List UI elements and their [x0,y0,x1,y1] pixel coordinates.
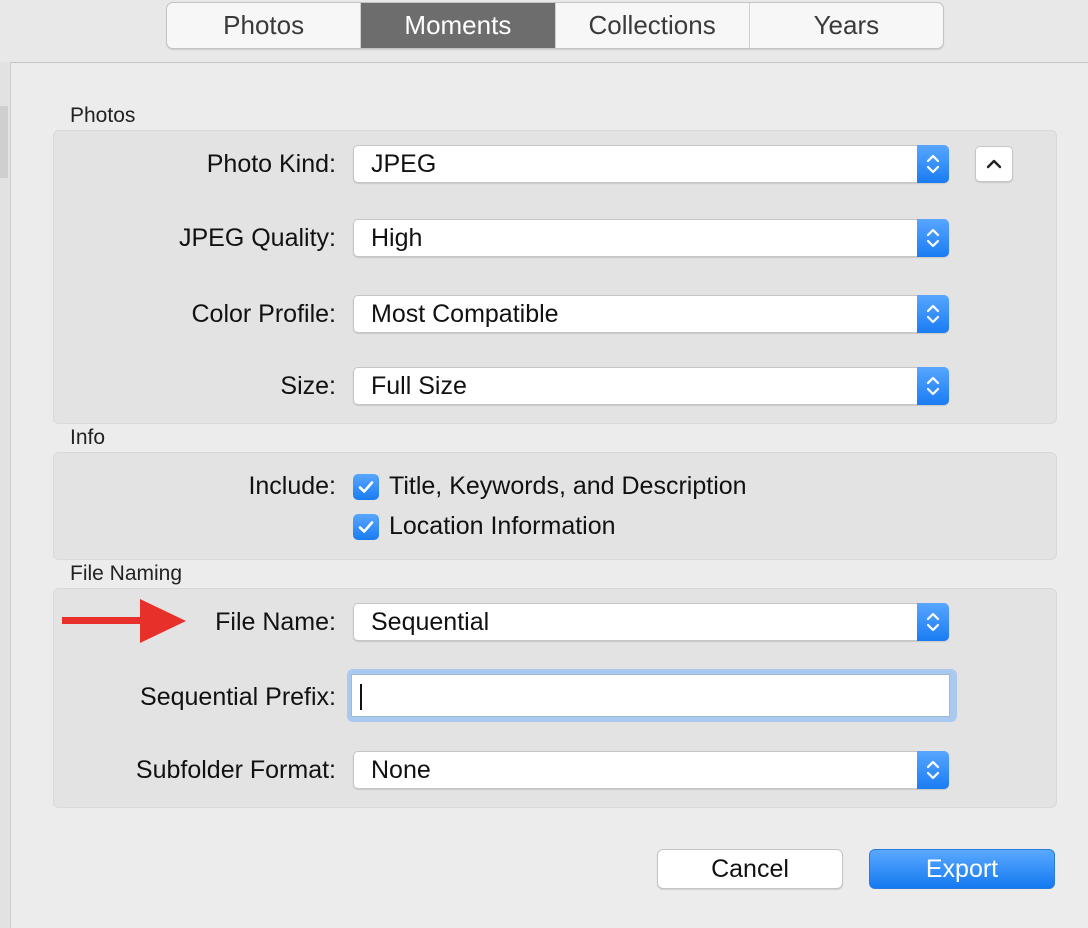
view-segmented-control: Photos Moments Collections Years [166,2,944,49]
location-info-label[interactable]: Location Information [389,512,616,541]
jpeg-quality-popup[interactable]: High [353,219,949,257]
tab-collections[interactable]: Collections [554,3,749,48]
color-profile-label: Color Profile: [191,300,337,328]
red-arrow-icon [62,599,186,643]
export-button[interactable]: Export [869,849,1055,889]
sequential-prefix-input[interactable] [351,674,950,717]
checkmark-icon [358,521,374,533]
size-label: Size: [280,372,336,400]
tab-photos[interactable]: Photos [167,3,360,48]
photo-kind-label: Photo Kind: [206,150,336,178]
jpeg-quality-value: High [371,224,423,252]
title-keywords-label[interactable]: Title, Keywords, and Description [389,472,747,501]
photo-kind-popup[interactable]: JPEG [353,145,949,183]
size-popup[interactable]: Full Size [353,367,949,405]
chevron-up-icon [986,159,1002,169]
up-down-chevron-icon [917,295,949,333]
include-label: Include: [248,472,336,500]
jpeg-quality-label: JPEG Quality: [179,224,336,252]
up-down-chevron-icon [917,603,949,641]
up-down-chevron-icon [917,367,949,405]
size-value: Full Size [371,372,467,400]
photo-kind-value: JPEG [371,150,437,178]
info-section-box [53,452,1057,560]
sidebar-scroll-thumb [0,106,8,178]
tab-moments[interactable]: Moments [360,3,555,48]
up-down-chevron-icon [917,219,949,257]
file-name-popup[interactable]: Sequential [353,603,949,641]
photos-section-title: Photos [70,104,136,127]
title-keywords-checkbox[interactable] [353,474,379,500]
text-caret [360,684,362,710]
color-profile-value: Most Compatible [371,300,559,328]
file-name-value: Sequential [371,608,490,636]
file-name-label: File Name: [215,608,336,636]
checkmark-icon [358,481,374,493]
sequential-prefix-label: Sequential Prefix: [140,683,336,711]
color-profile-popup[interactable]: Most Compatible [353,295,949,333]
toolbar: Photos Moments Collections Years [0,0,1088,63]
up-down-chevron-icon [917,145,949,183]
subfolder-format-popup[interactable]: None [353,751,949,789]
location-info-checkbox[interactable] [353,514,379,540]
info-section-title: Info [70,426,106,449]
cancel-button[interactable]: Cancel [657,849,843,889]
subfolder-format-value: None [371,756,431,784]
tab-years[interactable]: Years [748,3,943,48]
collapse-options-button[interactable] [975,146,1013,182]
up-down-chevron-icon [917,751,949,789]
file-naming-section-title: File Naming [70,562,183,585]
subfolder-format-label: Subfolder Format: [135,756,336,784]
left-window-edge [0,62,11,928]
